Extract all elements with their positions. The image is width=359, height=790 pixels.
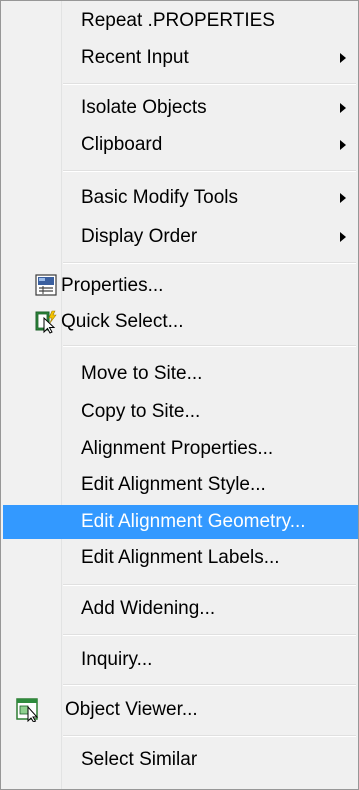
context-menu: Repeat .PROPERTIES Recent Input Isolate … [0, 0, 359, 790]
menu-item-quick-select[interactable]: Quick Select... [3, 305, 358, 339]
submenu-arrow-icon [340, 193, 346, 203]
menu-item-add-widening[interactable]: Add Widening... [3, 592, 358, 626]
menu-separator [63, 684, 356, 686]
menu-item-clipboard[interactable]: Clipboard [3, 128, 358, 162]
menu-item-label: Clipboard [81, 134, 163, 155]
menu-item-move-to-site[interactable]: Move to Site... [3, 357, 358, 391]
menu-item-label: Alignment Properties... [81, 438, 274, 459]
menu-item-label: Edit Alignment Labels... [81, 547, 280, 568]
menu-item-label: Select Similar [81, 749, 198, 770]
menu-item-basic-modify-tools[interactable]: Basic Modify Tools [3, 181, 358, 215]
menu-item-isolate-objects[interactable]: Isolate Objects [3, 91, 358, 125]
menu-item-label: Properties... [61, 275, 164, 296]
menu-item-repeat-properties[interactable]: Repeat .PROPERTIES [3, 4, 358, 38]
quick-select-icon [35, 310, 59, 346]
object-viewer-icon [16, 698, 40, 734]
menu-item-display-order[interactable]: Display Order [3, 220, 358, 254]
menu-separator [63, 262, 356, 264]
menu-item-label: Isolate Objects [81, 97, 207, 118]
menu-item-edit-alignment-labels[interactable]: Edit Alignment Labels... [3, 541, 358, 575]
menu-item-copy-to-site[interactable]: Copy to Site... [3, 395, 358, 429]
menu-separator [63, 735, 356, 737]
menu-item-label: Recent Input [81, 47, 189, 68]
menu-item-label: Edit Alignment Style... [81, 474, 266, 495]
menu-item-label: Quick Select... [61, 311, 184, 332]
submenu-arrow-icon [340, 140, 346, 150]
menu-item-label: Add Widening... [81, 598, 216, 619]
menu-item-label: Object Viewer... [65, 699, 198, 720]
menu-item-object-viewer[interactable]: Object Viewer... [3, 693, 358, 727]
submenu-arrow-icon [340, 232, 346, 242]
menu-item-label: Basic Modify Tools [81, 187, 238, 208]
menu-item-alignment-properties[interactable]: Alignment Properties... [3, 432, 358, 466]
menu-item-inquiry[interactable]: Inquiry... [3, 643, 358, 677]
menu-item-label: Copy to Site... [81, 401, 201, 422]
properties-icon [35, 274, 57, 308]
menu-item-edit-alignment-style[interactable]: Edit Alignment Style... [3, 468, 358, 502]
menu-separator [63, 584, 356, 586]
menu-item-edit-alignment-geometry[interactable]: Edit Alignment Geometry... [3, 505, 358, 539]
menu-item-label: Move to Site... [81, 363, 203, 384]
menu-item-recent-input[interactable]: Recent Input [3, 41, 358, 75]
menu-item-select-similar[interactable]: Select Similar [3, 743, 358, 777]
menu-separator [63, 345, 356, 347]
menu-item-label: Edit Alignment Geometry... [81, 511, 306, 532]
menu-separator [63, 634, 356, 636]
menu-item-label: Repeat .PROPERTIES [81, 10, 275, 31]
menu-separator [63, 83, 356, 85]
menu-item-properties[interactable]: Properties... [3, 269, 358, 303]
menu-item-label: Inquiry... [81, 649, 153, 670]
submenu-arrow-icon [340, 53, 346, 63]
submenu-arrow-icon [340, 103, 346, 113]
menu-item-label: Display Order [81, 226, 198, 247]
menu-separator [63, 170, 356, 172]
